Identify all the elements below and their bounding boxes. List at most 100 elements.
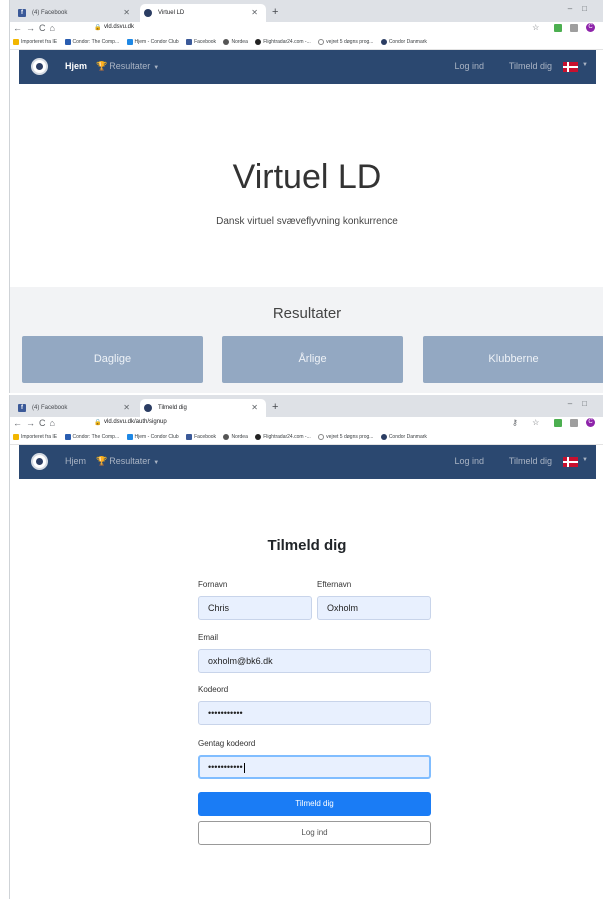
facebook-icon: f bbox=[18, 9, 26, 17]
condor-icon bbox=[64, 433, 71, 440]
key-icon[interactable]: ⚷ bbox=[512, 418, 524, 427]
nav-home[interactable]: Hjem bbox=[65, 456, 86, 466]
site-logo[interactable] bbox=[31, 58, 48, 75]
caret-down-icon: ▼ bbox=[153, 65, 160, 71]
hero-subtitle: Dansk virtuel svæveflyvning konkurrence bbox=[216, 216, 398, 227]
nav-login[interactable]: Log ind bbox=[454, 61, 484, 71]
tab-label: (4) Facebook bbox=[32, 10, 68, 16]
bookmark-item[interactable]: Facebook bbox=[186, 431, 216, 444]
address-bar-row: ←→C⌂ 🔒 vld.dsvu.dk/auth/signup ⚷ ☆ C bbox=[10, 417, 603, 431]
bookmark-item[interactable]: Condor: The Comp... bbox=[64, 36, 119, 49]
bookmark-item[interactable]: Nordea bbox=[223, 431, 248, 444]
bookmark-item[interactable]: vejret 5 døgns prog... bbox=[318, 36, 373, 49]
bookmark-item[interactable]: Importeret fra IE bbox=[13, 431, 57, 444]
extension-icon[interactable] bbox=[569, 23, 578, 32]
email-label: Email bbox=[198, 633, 219, 642]
toolbar-icons[interactable]: ⚷ ☆ C bbox=[512, 418, 595, 428]
results-yearly-button[interactable]: Årlige bbox=[222, 336, 403, 383]
new-tab-icon[interactable]: + bbox=[272, 4, 278, 20]
form-title: Tilmeld dig bbox=[267, 537, 347, 554]
caret-down-icon[interactable]: ▼ bbox=[582, 457, 588, 463]
new-tab-icon[interactable]: + bbox=[272, 399, 278, 415]
hero-title: Virtuel LD bbox=[232, 158, 382, 196]
bookmark-item[interactable]: Condor: The Comp... bbox=[64, 431, 119, 444]
extension-icon[interactable] bbox=[553, 23, 562, 32]
google-icon bbox=[318, 433, 325, 440]
password-label: Kodeord bbox=[198, 685, 229, 694]
bookmark-item[interactable]: Flightradar24.com -... bbox=[255, 36, 311, 49]
lastname-field[interactable]: Oxholm bbox=[317, 596, 431, 620]
nav-signup[interactable]: Tilmeld dig bbox=[509, 61, 552, 71]
browser-nav-buttons[interactable]: ←→C⌂ bbox=[13, 418, 59, 428]
login-button[interactable]: Log ind bbox=[198, 821, 431, 845]
bookmark-item[interactable]: Importeret fra IE bbox=[13, 36, 57, 49]
bookmark-item[interactable]: Hjem - Condor Club bbox=[126, 431, 179, 444]
bookmarks-bar: Importeret fra IE Condor: The Comp... Hj… bbox=[10, 36, 603, 50]
tab-facebook[interactable]: f (4) Facebook ✕ bbox=[14, 4, 138, 22]
site-logo[interactable] bbox=[31, 453, 48, 470]
password-field[interactable]: ••••••••••• bbox=[198, 701, 431, 725]
nav-results-dropdown[interactable]: 🏆 Resultater ▼ bbox=[96, 456, 159, 467]
nav-signup[interactable]: Tilmeld dig bbox=[509, 456, 552, 466]
folder-icon bbox=[13, 433, 19, 440]
bookmarks-bar: Importeret fra IE Condor: The Comp... Hj… bbox=[10, 431, 603, 445]
bookmark-item[interactable]: vejret 5 døgns prog... bbox=[318, 431, 373, 444]
tab-facebook[interactable]: f (4) Facebook ✕ bbox=[14, 399, 138, 417]
virtuel-ld-icon bbox=[144, 9, 152, 17]
condor-icon bbox=[64, 38, 71, 45]
tab-virtuel-ld[interactable]: Virtuel LD ✕ bbox=[140, 4, 266, 22]
close-icon[interactable]: ✕ bbox=[251, 4, 258, 22]
bookmark-item[interactable]: Hjem - Condor Club bbox=[126, 36, 179, 49]
globe-icon bbox=[223, 433, 230, 440]
close-icon[interactable]: ✕ bbox=[123, 399, 130, 417]
extension-icon[interactable] bbox=[569, 418, 578, 427]
results-clubs-button[interactable]: Klubberne bbox=[423, 336, 603, 383]
facebook-icon bbox=[186, 433, 193, 440]
close-icon[interactable]: ✕ bbox=[123, 4, 130, 22]
star-icon[interactable]: ☆ bbox=[532, 23, 545, 32]
flightradar-icon bbox=[255, 38, 262, 45]
tab-strip: f (4) Facebook ✕ Tilmeld dig ✕ + –□ bbox=[10, 395, 603, 417]
nav-results-dropdown[interactable]: 🏆 Resultater ▼ bbox=[96, 61, 159, 72]
close-icon[interactable]: ✕ bbox=[251, 399, 258, 417]
tab-signup[interactable]: Tilmeld dig ✕ bbox=[140, 399, 266, 417]
address-bar-row: ←→C⌂ 🔒 vld.dsvu.dk ☆ C bbox=[10, 22, 603, 36]
glider-icon bbox=[126, 433, 133, 440]
url-field[interactable]: vld.dsvu.dk/auth/signup bbox=[104, 419, 167, 425]
tab-strip: f (4) Facebook ✕ Virtuel LD ✕ + –□ bbox=[10, 0, 603, 22]
condor-dk-icon bbox=[380, 38, 387, 45]
danish-flag-icon[interactable] bbox=[563, 457, 578, 467]
globe-icon bbox=[223, 38, 230, 45]
facebook-icon bbox=[186, 38, 193, 45]
signup-submit-button[interactable]: Tilmeld dig bbox=[198, 792, 431, 816]
folder-icon bbox=[13, 38, 19, 45]
bookmark-item[interactable]: Nordea bbox=[223, 36, 248, 49]
email-field[interactable]: oxholm@bk6.dk bbox=[198, 649, 431, 673]
caret-down-icon[interactable]: ▼ bbox=[582, 62, 588, 68]
virtuel-ld-icon bbox=[144, 404, 152, 412]
toolbar-icons[interactable]: ☆ C bbox=[532, 23, 595, 33]
tab-label: Virtuel LD bbox=[158, 10, 185, 16]
bookmark-item[interactable]: Facebook bbox=[186, 36, 216, 49]
window-controls[interactable]: –□ bbox=[568, 4, 597, 13]
extension-icon[interactable] bbox=[553, 418, 562, 427]
bookmark-item[interactable]: Condor Danmark bbox=[380, 431, 427, 444]
browser-nav-buttons[interactable]: ←→C⌂ bbox=[13, 23, 59, 33]
danish-flag-icon[interactable] bbox=[563, 62, 578, 72]
bookmark-item[interactable]: Flightradar24.com -... bbox=[255, 431, 311, 444]
bookmark-item[interactable]: Condor Danmark bbox=[380, 36, 427, 49]
nav-home[interactable]: Hjem bbox=[65, 61, 87, 71]
profile-avatar[interactable]: C bbox=[586, 418, 595, 428]
profile-avatar[interactable]: C bbox=[586, 23, 595, 33]
results-title: Resultater bbox=[272, 305, 342, 322]
star-icon[interactable]: ☆ bbox=[532, 418, 545, 427]
nav-login[interactable]: Log ind bbox=[454, 456, 484, 466]
firstname-field[interactable]: Chris bbox=[198, 596, 312, 620]
window-controls[interactable]: –□ bbox=[568, 399, 597, 408]
results-daily-button[interactable]: Daglige bbox=[22, 336, 203, 383]
site-navbar: Hjem 🏆 Resultater ▼ Log ind Tilmeld dig ▼ bbox=[19, 445, 596, 479]
repeat-password-field[interactable]: ••••••••••• bbox=[198, 755, 431, 779]
firstname-label: Fornavn bbox=[198, 580, 228, 589]
trophy-icon: 🏆 bbox=[96, 456, 108, 466]
url-field[interactable]: vld.dsvu.dk bbox=[104, 24, 134, 30]
